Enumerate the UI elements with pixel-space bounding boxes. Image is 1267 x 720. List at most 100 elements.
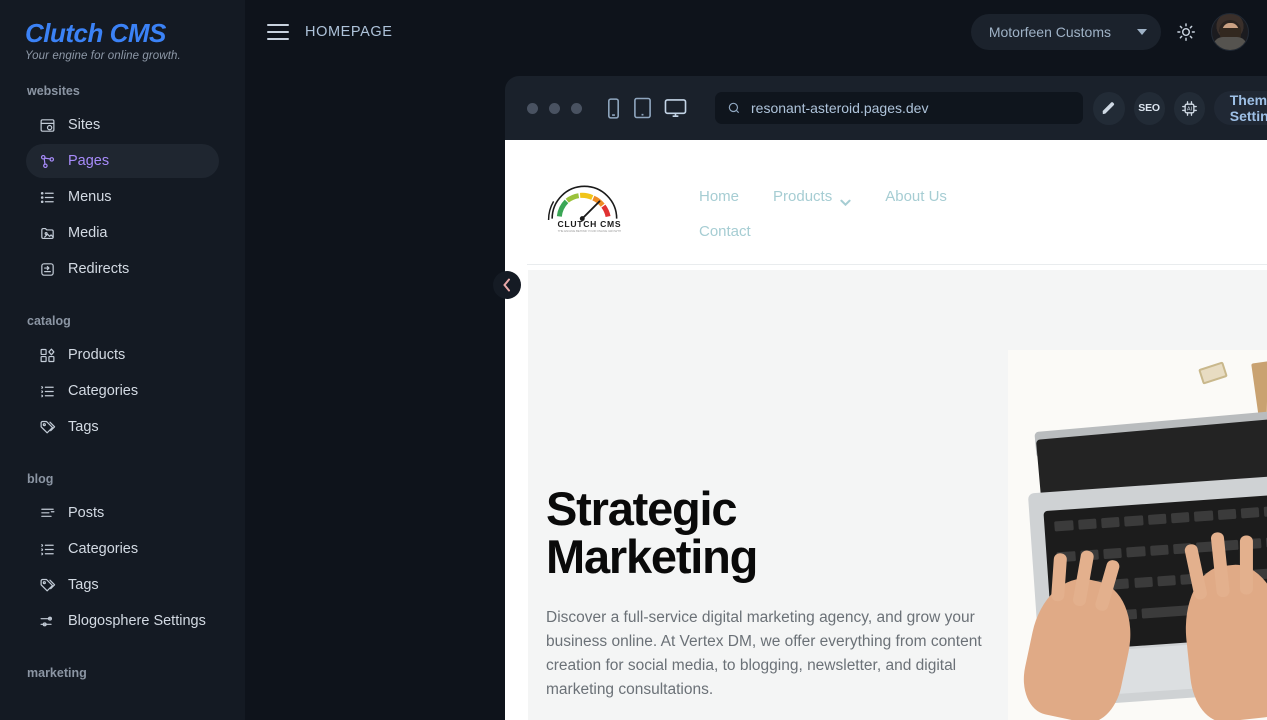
sidebar-item-label: Categories	[68, 383, 139, 399]
redirects-icon	[38, 260, 56, 278]
window-dot	[571, 102, 582, 114]
website-nav-links: Home Products About Us Contact	[699, 180, 969, 240]
sidebar-section-catalog: catalog	[27, 314, 71, 328]
sidebar-item-pages[interactable]: Pages	[26, 144, 219, 178]
seo-label: SEO	[1138, 102, 1160, 114]
window-dot	[549, 102, 560, 114]
nav-link-products[interactable]: Products	[773, 188, 851, 206]
site-preview-panel: resonant-asteroid.pages.dev SEO AI Theme…	[505, 76, 1267, 720]
sidebar-item-label: Menus	[68, 189, 112, 205]
sidebar-item-posts[interactable]: Posts	[26, 496, 219, 530]
sidebar-item-catalog-categories[interactable]: Categories	[26, 374, 219, 408]
pencil-icon	[1103, 101, 1115, 114]
sidebar-section-websites: websites	[27, 84, 80, 98]
categories-icon	[38, 540, 56, 558]
sidebar-item-label: Redirects	[68, 261, 130, 277]
tablet-icon[interactable]	[633, 97, 652, 119]
products-icon	[38, 346, 56, 364]
sidebar-item-media[interactable]: Media	[26, 216, 219, 250]
sidebar-item-label: Pages	[68, 153, 110, 169]
sun-icon[interactable]	[1175, 21, 1197, 43]
sidebar-item-label: Sites	[68, 117, 101, 133]
menus-icon	[38, 188, 56, 206]
topbar: HOMEPAGE Motorfeen Customs	[245, 0, 1267, 64]
site-selector[interactable]: Motorfeen Customs	[970, 14, 1161, 50]
preview-collapse-handle[interactable]	[493, 271, 521, 299]
topbar-actions: Motorfeen Customs	[970, 13, 1249, 51]
theme-settings-label: Theme Settings	[1229, 92, 1267, 124]
edit-button[interactable]	[1093, 91, 1125, 125]
url-input[interactable]: resonant-asteroid.pages.dev	[715, 92, 1084, 124]
sidebar-item-catalog-tags[interactable]: Tags	[26, 410, 219, 444]
ai-button[interactable]: AI	[1173, 91, 1205, 125]
site-selector-label: Motorfeen Customs	[988, 24, 1111, 40]
device-toggles	[606, 97, 687, 119]
hero-heading-line1: Strategic	[546, 482, 738, 535]
sidebar-item-redirects[interactable]: Redirects	[26, 252, 219, 286]
nav-link-label: About Us	[885, 188, 947, 205]
brand-tagline: Your engine for online growth.	[25, 50, 181, 62]
desktop-icon[interactable]	[664, 98, 687, 119]
svg-text:THE ENGINE BEHIND YOUR ONLINE: THE ENGINE BEHIND YOUR ONLINE GROWTH	[558, 229, 621, 233]
sidebar-item-label: Posts	[68, 505, 105, 521]
svg-text:AI: AI	[1187, 106, 1193, 112]
seo-button[interactable]: SEO	[1133, 91, 1165, 125]
breadcrumb: HOMEPAGE	[305, 24, 393, 40]
nav-link-about-us[interactable]: About Us	[885, 188, 947, 205]
hero-section: Strategic Marketing Discover a full-serv…	[528, 270, 1267, 720]
posts-icon	[38, 504, 56, 522]
theme-settings-button[interactable]: Theme Settings	[1213, 91, 1267, 125]
daisy-bouquet	[1240, 394, 1267, 720]
search-icon	[728, 102, 740, 114]
user-avatar[interactable]	[1211, 13, 1249, 51]
sidebar: Clutch CMS Your engine for online growth…	[0, 0, 245, 720]
sidebar-item-blog-tags[interactable]: Tags	[26, 568, 219, 602]
sidebar-section-marketing: marketing	[27, 666, 87, 680]
settings-sliders-icon	[38, 612, 56, 630]
chevron-down-icon	[840, 193, 851, 206]
hero-image	[1008, 350, 1267, 720]
url-text: resonant-asteroid.pages.dev	[751, 100, 929, 116]
header-divider	[527, 264, 1267, 265]
website-header: CLUTCH CMS THE ENGINE BEHIND YOUR ONLINE…	[505, 140, 1267, 265]
sidebar-item-blogosphere-settings[interactable]: Blogosphere Settings	[26, 604, 219, 638]
sidebar-section-blog: blog	[27, 472, 54, 486]
chevron-down-icon	[1137, 29, 1147, 35]
nav-link-label: Products	[773, 188, 833, 205]
brand-title: Clutch CMS	[25, 18, 166, 48]
binder-clip	[1198, 361, 1229, 385]
preview-actions: SEO AI Theme Settings Update	[1093, 91, 1267, 125]
hero-heading-line2: Marketing	[546, 530, 758, 583]
nav-link-home[interactable]: Home	[699, 188, 739, 205]
sidebar-item-blog-categories[interactable]: Categories	[26, 532, 219, 566]
tags-icon	[38, 576, 56, 594]
sidebar-nav: websites Sites Pages Menus Media Redirec…	[0, 84, 245, 680]
window-dots	[527, 102, 582, 114]
window-dot	[527, 102, 538, 114]
categories-icon	[38, 382, 56, 400]
main-area: HOMEPAGE Motorfeen Customs resonant-aste…	[245, 0, 1267, 720]
sidebar-item-label: Tags	[68, 577, 99, 593]
sidebar-item-sites[interactable]: Sites	[26, 108, 219, 142]
tags-icon	[38, 418, 56, 436]
sites-icon	[38, 116, 56, 134]
website-logo[interactable]: CLUTCH CMS THE ENGINE BEHIND YOUR ONLINE…	[545, 182, 631, 238]
preview-toolbar: resonant-asteroid.pages.dev SEO AI Theme…	[505, 76, 1267, 140]
nav-link-label: Contact	[699, 223, 751, 240]
mobile-icon[interactable]	[606, 97, 621, 119]
sidebar-item-label: Products	[68, 347, 126, 363]
hero-heading: Strategic Marketing	[546, 485, 1006, 581]
sidebar-item-label: Blogosphere Settings	[68, 613, 206, 629]
svg-text:CLUTCH CMS: CLUTCH CMS	[557, 219, 621, 229]
nav-link-contact[interactable]: Contact	[699, 223, 751, 240]
sidebar-item-menus[interactable]: Menus	[26, 180, 219, 214]
brand[interactable]: Clutch CMS Your engine for online growth…	[0, 0, 245, 62]
sidebar-item-products[interactable]: Products	[26, 338, 219, 372]
website-canvas: CLUTCH CMS THE ENGINE BEHIND YOUR ONLINE…	[505, 140, 1267, 720]
hamburger-icon[interactable]	[267, 24, 289, 40]
sidebar-item-label: Categories	[68, 541, 139, 557]
sidebar-item-label: Tags	[68, 419, 99, 435]
hero-paragraph: Discover a full-service digital marketin…	[546, 609, 982, 698]
media-icon	[38, 224, 56, 242]
app-root: Clutch CMS Your engine for online growth…	[0, 0, 1267, 720]
